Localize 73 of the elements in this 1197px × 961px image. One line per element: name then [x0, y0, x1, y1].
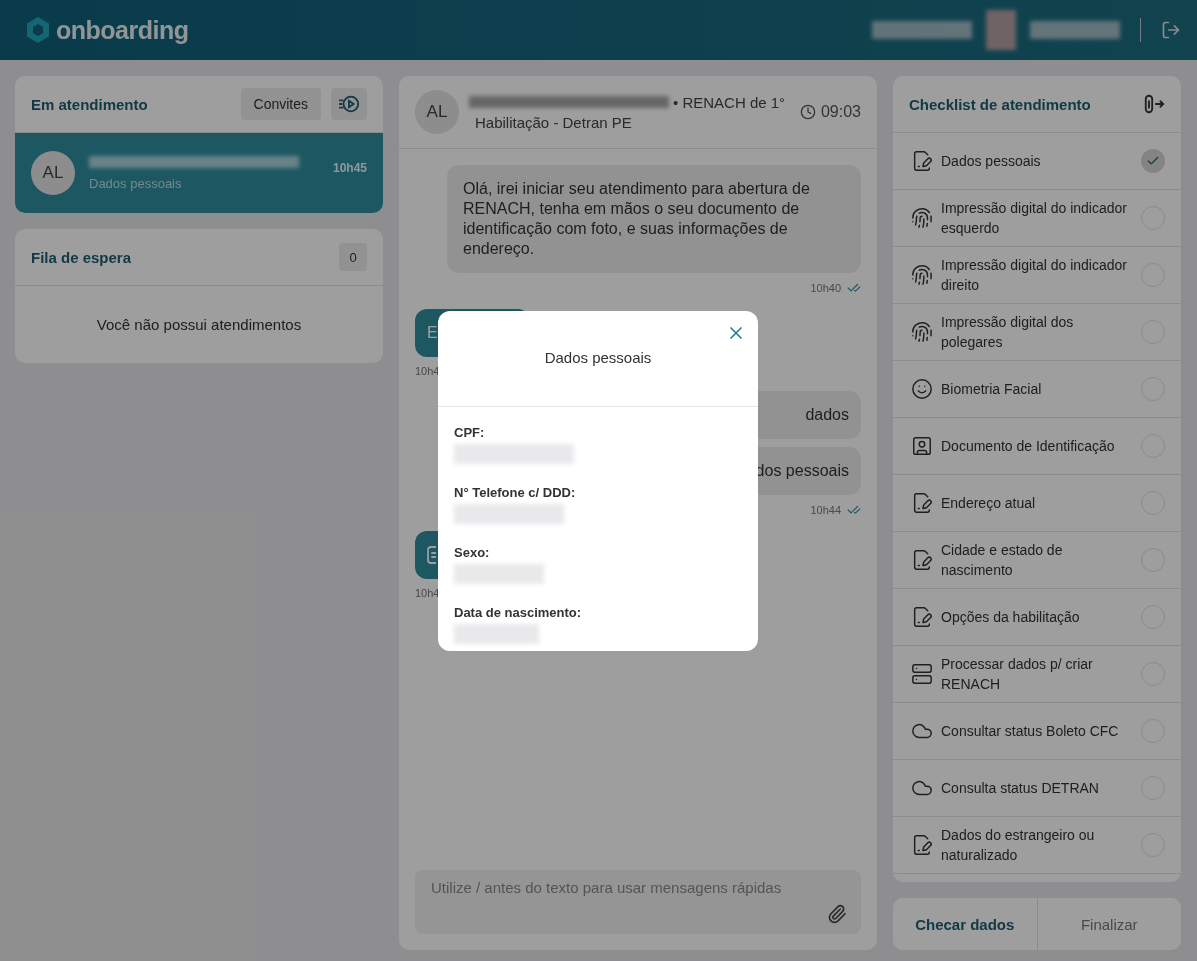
chat-title: • RENACH de 1° — [673, 93, 786, 111]
checklist-item[interactable]: Consultar status Boleto CFC — [893, 703, 1181, 760]
checklist-label: Biometria Facial — [941, 380, 1043, 399]
checklist-item[interactable]: Cidade e estado de nascimento — [893, 532, 1181, 589]
paperclip-icon[interactable] — [827, 904, 847, 924]
checklist-label: Consultar status Boleto CFC — [941, 722, 1120, 741]
file-pen-icon — [911, 492, 933, 514]
checklist-label: Dados do estrangeiro ou naturalizado — [941, 826, 1096, 865]
checklist-item[interactable]: Biometria Facial — [893, 361, 1181, 418]
empty-queue-message: Você não possui atendimentos — [95, 315, 303, 335]
app-logo-text: onboarding — [56, 15, 189, 45]
message-time: 10h40 — [810, 282, 841, 294]
finish-button[interactable]: Finalizar — [1036, 898, 1181, 950]
in-service-title: Em atendimento — [31, 95, 148, 113]
field-label: Data de nascimento: — [454, 605, 583, 620]
checklist-item[interactable]: Impressão digital do indicador esquerdo — [893, 190, 1181, 247]
file-pen-icon — [911, 606, 933, 628]
collapse-panel-icon[interactable] — [1143, 93, 1165, 115]
queue-count: 0 — [339, 243, 367, 271]
field-label: Sexo: — [454, 545, 491, 560]
redacted-avatar — [986, 10, 1016, 50]
fingerprint-icon — [911, 321, 933, 343]
checklist-title: Checklist de atendimento — [909, 95, 1091, 113]
file-pen-icon — [911, 150, 933, 172]
checklist-item[interactable]: Endereço atual — [893, 475, 1181, 532]
checklist-item[interactable]: Impressão digital dos polegares — [893, 304, 1181, 361]
user-card-icon — [911, 435, 933, 457]
play-list-button[interactable] — [331, 88, 367, 120]
smiley-icon — [911, 378, 933, 400]
message-time: 10h44 — [810, 504, 841, 516]
message-time: 10h4 — [415, 365, 440, 377]
conversation-item[interactable]: AL Dados pessoais 10h45 — [15, 133, 383, 213]
chat-subtitle: Habilitação - Detran PE — [474, 113, 633, 131]
checklist-label: Dados pessoais — [941, 152, 1042, 171]
checklist-item[interactable]: Dados do estrangeiro ou naturalizado — [893, 817, 1181, 874]
checklist-label: Cidade e estado de nascimento — [941, 541, 1064, 580]
clock-icon — [799, 104, 816, 120]
checklist-item[interactable]: Impressão digital do indicador direito — [893, 247, 1181, 304]
checklist-label: Endereço atual — [941, 494, 1037, 513]
checklist-label: Processar dados p/ criar RENACH — [941, 655, 1094, 694]
message-input[interactable]: Utilize / antes do texto para usar mensagens rápidas — [415, 870, 861, 934]
invites-button[interactable]: Convites — [240, 88, 321, 120]
checklist-item[interactable]: Processar dados p/ criar RENACH — [893, 646, 1181, 703]
message-time: 10h4 — [415, 587, 440, 599]
field-label: CPF: — [454, 425, 486, 440]
checklist-item[interactable]: Dados pessoais — [893, 133, 1181, 190]
server-icon — [911, 663, 933, 685]
checklist-label: Impressão digital dos polegares — [941, 313, 1075, 352]
sent-message: Olá, irei iniciar seu atendimento para abertura de RENACH, tenha em mãos o seu documento de identificação com foto, e suas informações de endereço. — [447, 165, 861, 273]
conversation-time: 10h45 — [332, 161, 367, 175]
checklist-label: Impressão digital do indicador direito — [941, 256, 1128, 295]
file-pen-icon — [911, 834, 933, 856]
hexagon-logo-icon — [26, 16, 50, 44]
avatar: AL — [415, 90, 459, 134]
play-list-icon — [338, 93, 360, 115]
checklist-item[interactable]: Opções da habilitação — [893, 589, 1181, 646]
fingerprint-icon — [911, 264, 933, 286]
checklist-label: Documento de Identificação — [941, 437, 1116, 456]
avatar: AL — [31, 151, 75, 195]
chat-timer: 09:03 — [820, 103, 861, 121]
logout-icon[interactable] — [1161, 20, 1181, 40]
check-circle[interactable] — [1141, 149, 1165, 173]
queue-title: Fila de espera — [31, 248, 132, 266]
fingerprint-icon — [911, 207, 933, 229]
checklist-item[interactable]: Consulta status DETRAN — [893, 760, 1181, 817]
checklist-label: Impressão digital do indicador esquerdo — [941, 199, 1128, 238]
checklist-label: Opções da habilitação — [941, 608, 1081, 627]
checklist-label: Consulta status DETRAN — [941, 779, 1100, 798]
file-pen-icon — [911, 549, 933, 571]
modal-title: Dados pessoais — [544, 349, 652, 366]
checklist-item[interactable]: Documento de Identificação — [893, 418, 1181, 475]
document-icon — [427, 546, 436, 564]
conversation-subtitle: Dados pessoais — [89, 175, 183, 191]
